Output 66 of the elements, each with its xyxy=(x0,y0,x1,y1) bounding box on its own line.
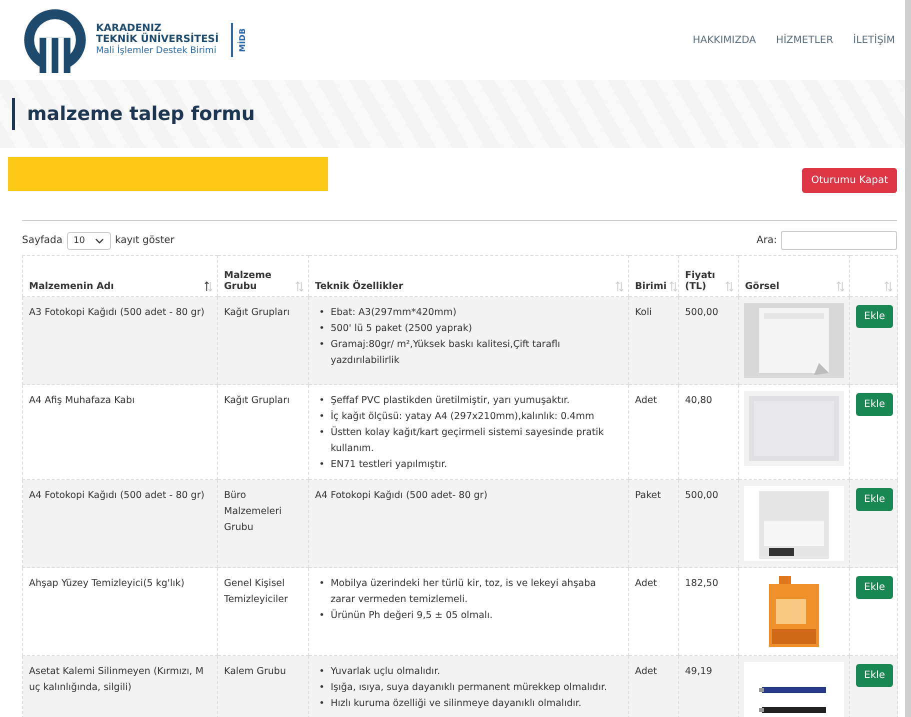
bullet: • xyxy=(319,394,325,408)
add-button[interactable]: Ekle xyxy=(856,305,894,328)
spec-item: Gramaj:80gr/ m²,Yüksek baskı kalitesi,Çift taraflı yazdırılabilirlik xyxy=(330,338,562,368)
spec-text: A4 Fotokopi Kağıdı (500 adet- 80 gr) xyxy=(315,490,488,501)
bullet: • xyxy=(319,609,325,623)
item-unit: Koli xyxy=(635,307,652,318)
bullet: • xyxy=(319,322,325,336)
length-label: kayıt göster xyxy=(114,235,174,246)
search-label: Ara: xyxy=(756,235,777,246)
spec-item: Yuvarlak uçlu olmalıdır. xyxy=(330,665,440,679)
item-name: A4 Fotokopi Kağıdı (500 adet - 80 gr) xyxy=(29,490,204,501)
university-name: TEKNİK ÜNİVERSİTESİ xyxy=(96,34,219,44)
search-field[interactable] xyxy=(781,231,897,250)
spec-item: Şeffaf PVC plastikden üretilmiştir, yarı yumuşaktır. xyxy=(330,394,570,408)
bullet: • xyxy=(319,681,325,695)
item-name: Asetat Kalemi Silinmeyen (Kırmızı, M uç kalınlığında, silgili) xyxy=(29,666,204,693)
spec-item: Ebat: A3(297mm*420mm) xyxy=(330,306,456,320)
item-price: 500,00 xyxy=(685,307,718,318)
unit-abbreviation: MİDB xyxy=(230,23,247,57)
bullet: • xyxy=(319,306,325,320)
item-price: 182,50 xyxy=(685,578,718,589)
item-unit: Adet xyxy=(635,395,657,406)
nav-link[interactable]: HAKKIMIZDA xyxy=(692,34,756,46)
nav-link[interactable]: HİZMETLER xyxy=(776,34,834,46)
item-price: 40,80 xyxy=(685,395,712,406)
bullet: • xyxy=(319,577,325,591)
university-logo xyxy=(22,7,88,73)
item-name: A3 Fotokopi Kağıdı (500 adet - 80 gr) xyxy=(29,307,204,318)
spec-item: Işığa, ısıya, suya dayanıklı permanent mürekkep olmalıdır. xyxy=(330,681,608,695)
add-button[interactable]: Ekle xyxy=(856,393,894,416)
bullet: • xyxy=(319,697,325,711)
item-price: 500,00 xyxy=(685,490,718,501)
caret-icon xyxy=(94,238,104,244)
spec-item: Mobilya üzerindeki her türlü kir, toz, is ve lekeyi ahşaba zarar vermeden temizlemeli. xyxy=(330,577,597,607)
item-name: Ahşap Yüzey Temizleyici(5 kg'lık) xyxy=(29,578,184,589)
add-button[interactable]: Ekle xyxy=(856,576,894,599)
bullet: • xyxy=(319,410,325,424)
item-unit: Adet xyxy=(635,578,657,589)
page-length-select[interactable]: 10 xyxy=(66,232,111,250)
item-unit: Adet xyxy=(635,666,657,677)
page-title: malzeme talep formu xyxy=(12,98,255,130)
university-name: KARADENIZ xyxy=(96,22,162,34)
spec-item: İç kağıt ölçüsü: yatay A4 (297x210mm),kalınlık: 0.4mm xyxy=(330,409,594,424)
spec-item: EN71 testleri yapılmıştır. xyxy=(330,458,448,472)
bullet: • xyxy=(319,338,325,352)
bullet: • xyxy=(319,426,325,440)
bullet: • xyxy=(319,458,325,472)
spec-item: Üstten kolay kağıt/kart geçirmeli sistemi sayesinde pratik kullanım. xyxy=(330,425,605,456)
add-button[interactable]: Ekle xyxy=(856,664,894,687)
item-unit: Paket xyxy=(635,490,661,501)
item-group: Büro Malzemeleri Grubu xyxy=(224,490,282,533)
unit-name: Mali İşlemler Destek Birimi xyxy=(96,44,218,58)
item-group: Genel Kişisel Temizleyiciler xyxy=(224,578,288,605)
spec-item: Ürünün Ph değeri 9,5 ± 05 olmalı. xyxy=(330,608,493,623)
spec-item: 500' lü 5 paket (2500 yaprak) xyxy=(330,322,472,336)
spec-item: Hızlı kuruma özelliği ve silinmeye dayanıklı olmalıdır. xyxy=(330,697,582,711)
add-button[interactable]: Ekle xyxy=(856,488,894,511)
nav-link[interactable]: İLETİŞİM xyxy=(853,34,895,46)
item-group: Kağıt Grupları xyxy=(224,395,290,406)
item-price: 49,19 xyxy=(685,666,712,677)
item-name: A4 Afiş Muhafaza Kabı xyxy=(29,395,135,406)
item-group: Kalem Grubu xyxy=(224,666,286,677)
bullet: • xyxy=(319,665,325,679)
item-group: Kağıt Grupları xyxy=(224,307,290,318)
logout-button[interactable]: Oturumu Kapat xyxy=(802,168,897,193)
length-label: Sayfada xyxy=(22,235,63,246)
